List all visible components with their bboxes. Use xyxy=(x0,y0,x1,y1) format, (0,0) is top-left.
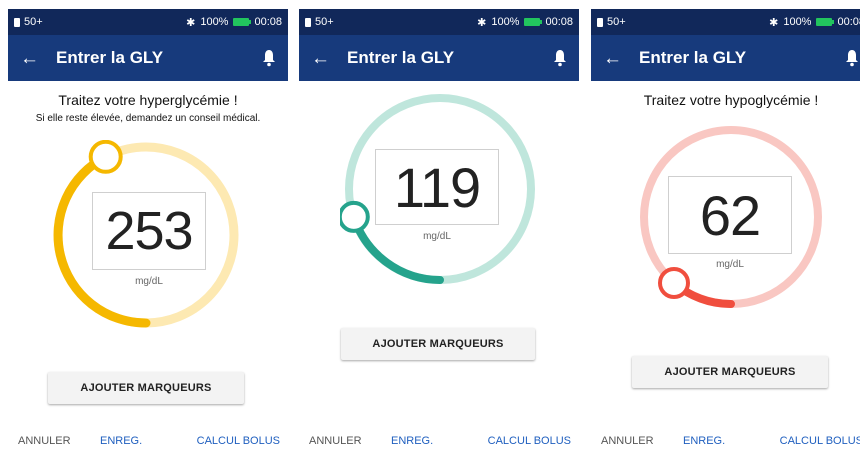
cancel-button[interactable]: ANNULER xyxy=(18,435,71,447)
bell-icon[interactable] xyxy=(553,49,567,67)
add-markers-button[interactable]: AJOUTER MARQUEURS xyxy=(632,356,828,388)
status-bar: 50+ ✱ 100% 00:08 xyxy=(299,9,579,35)
glucose-value: 119 xyxy=(393,155,481,219)
dial-knob[interactable] xyxy=(88,140,123,174)
dial-knob[interactable] xyxy=(340,200,370,233)
glucose-value-box[interactable]: 253 xyxy=(92,192,206,270)
status-bar: 50+ ✱ 100% 00:08 xyxy=(8,9,288,35)
back-arrow-icon[interactable]: ← xyxy=(603,49,627,68)
battery-icon xyxy=(233,18,252,26)
page-title: Entrer la GLY xyxy=(56,48,164,67)
screen-normal: 50+ ✱ 100% 00:08 ← Entrer la GLY 119 mg/… xyxy=(299,0,579,466)
bell-icon[interactable] xyxy=(845,49,859,67)
pump-battery-icon xyxy=(597,17,603,27)
glucose-unit: mg/dL xyxy=(135,276,163,287)
save-button[interactable]: ENREG. xyxy=(391,435,433,447)
bolus-calc-button[interactable]: CALCUL BOLUS xyxy=(780,435,860,447)
app-bar: ← Entrer la GLY xyxy=(8,35,288,81)
dial-progress-arc xyxy=(349,212,444,284)
cancel-button[interactable]: ANNULER xyxy=(601,435,654,447)
clock: 00:08 xyxy=(837,16,860,28)
battery-icon xyxy=(524,18,543,26)
bluetooth-icon: ✱ xyxy=(769,16,779,29)
glucose-value: 253 xyxy=(105,201,193,261)
alert-subtitle: Si elle reste élevée, demandez un consei… xyxy=(35,113,261,124)
battery-percent: 100% xyxy=(783,16,812,28)
footer-actions: ANNULER ENREG. CALCUL BOLUS xyxy=(299,416,579,466)
signal-text: 50+ xyxy=(607,16,626,28)
glucose-unit: mg/dL xyxy=(716,259,744,270)
cancel-button[interactable]: ANNULER xyxy=(309,435,362,447)
glucose-value-box[interactable]: 62 xyxy=(668,176,792,254)
save-button[interactable]: ENREG. xyxy=(683,435,725,447)
battery-percent: 100% xyxy=(200,16,229,28)
signal-text: 50+ xyxy=(315,16,334,28)
save-button[interactable]: ENREG. xyxy=(100,435,142,447)
bolus-calc-button[interactable]: CALCUL BOLUS xyxy=(197,435,280,447)
glucose-unit: mg/dL xyxy=(423,231,451,242)
screen-hyperglycemia: 50+ ✱ 100% 00:08 ← Entrer la GLY Traitez… xyxy=(8,0,288,466)
page-title: Entrer la GLY xyxy=(347,48,455,67)
battery-percent: 100% xyxy=(491,16,520,28)
glucose-value: 62 xyxy=(699,183,761,247)
page-title: Entrer la GLY xyxy=(639,48,747,67)
clock: 00:08 xyxy=(254,16,282,28)
clock: 00:08 xyxy=(545,16,573,28)
screen-hypoglycemia: 50+ ✱ 100% 00:08 ← Entrer la GLY Traitez… xyxy=(591,0,860,466)
status-bar: 50+ ✱ 100% 00:08 xyxy=(591,9,860,35)
alert-message: Traitez votre hypoglycémie ! xyxy=(591,92,860,108)
add-markers-button[interactable]: AJOUTER MARQUEURS xyxy=(341,328,535,360)
footer-actions: ANNULER ENREG. CALCUL BOLUS xyxy=(8,416,288,466)
battery-icon xyxy=(816,18,835,26)
footer-actions: ANNULER ENREG. CALCUL BOLUS xyxy=(591,416,860,466)
app-bar: ← Entrer la GLY xyxy=(299,35,579,81)
bolus-calc-button[interactable]: CALCUL BOLUS xyxy=(488,435,571,447)
bell-icon[interactable] xyxy=(262,49,276,67)
bluetooth-icon: ✱ xyxy=(186,16,196,29)
pump-battery-icon xyxy=(14,17,20,27)
dial-knob[interactable] xyxy=(658,267,690,299)
glucose-value-box[interactable]: 119 xyxy=(375,149,499,225)
pump-battery-icon xyxy=(305,17,311,27)
alert-title: Traitez votre hyperglycémie ! xyxy=(58,92,238,108)
back-arrow-icon[interactable]: ← xyxy=(20,49,44,68)
alert-title: Traitez votre hypoglycémie ! xyxy=(643,92,819,108)
signal-text: 50+ xyxy=(24,16,43,28)
alert-message: Traitez votre hyperglycémie ! Si elle re… xyxy=(8,92,288,124)
back-arrow-icon[interactable]: ← xyxy=(311,49,335,68)
app-bar: ← Entrer la GLY xyxy=(591,35,860,81)
add-markers-button[interactable]: AJOUTER MARQUEURS xyxy=(48,372,244,404)
bluetooth-icon: ✱ xyxy=(477,16,487,29)
